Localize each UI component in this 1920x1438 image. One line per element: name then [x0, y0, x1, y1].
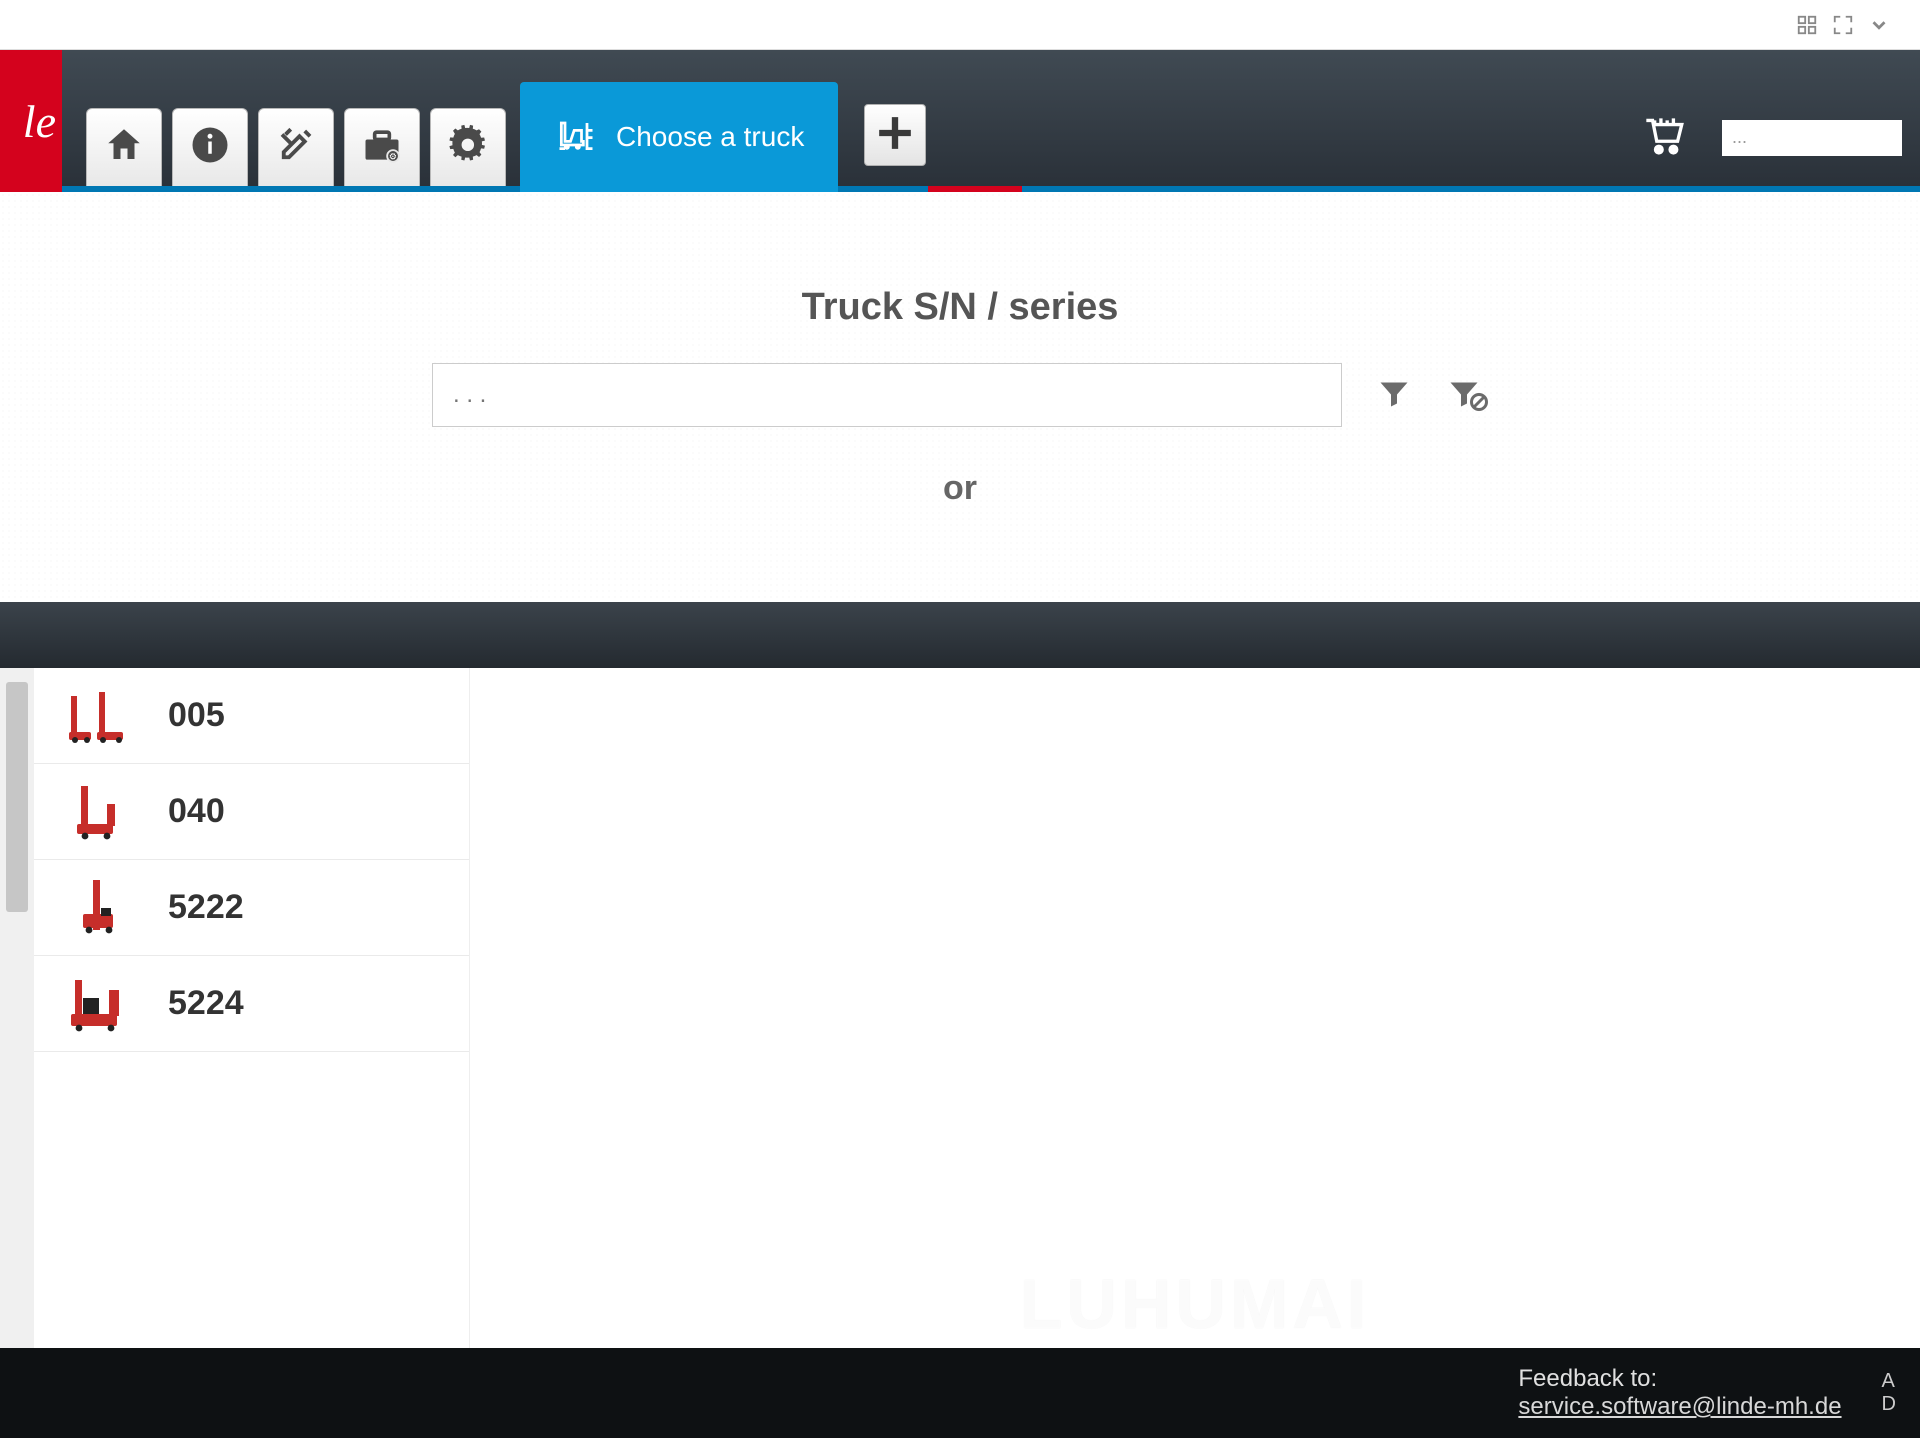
footer-feedback-email-link[interactable]: service.software@linde-mh.de — [1518, 1393, 1841, 1420]
footer-right-a: A — [1882, 1370, 1896, 1393]
plus-icon — [876, 114, 914, 157]
truck-search-panel: Truck S/N / series or — [0, 192, 1920, 602]
nav-info-button[interactable] — [172, 108, 248, 186]
nav-home-button[interactable] — [86, 108, 162, 186]
list-item-label: 5222 — [168, 888, 244, 927]
footer-right-d: D — [1882, 1393, 1896, 1416]
list-item-label: 005 — [168, 696, 225, 735]
nav-tools-button[interactable] — [258, 108, 334, 186]
forklift-thumbnail-icon — [62, 686, 134, 746]
header-search-placeholder: ... — [1732, 127, 1747, 148]
list-item-label: 040 — [168, 792, 225, 831]
forklift-thumbnail-icon — [62, 974, 134, 1034]
tools-icon — [275, 124, 317, 171]
list-item[interactable]: 005 — [34, 668, 469, 764]
info-icon — [189, 124, 231, 171]
add-tab-button[interactable] — [864, 104, 926, 166]
cart-icon[interactable] — [1638, 110, 1688, 165]
footer-right-edge: A D — [1882, 1370, 1896, 1416]
chevron-down-icon[interactable] — [1868, 14, 1890, 36]
footer-feedback: Feedback to: service.software@linde-mh.d… — [1518, 1365, 1841, 1421]
nav-icon-group: ⚙ — [62, 50, 506, 186]
active-tab-underline — [928, 186, 1022, 192]
grid-icon[interactable] — [1796, 14, 1818, 36]
clear-filter-icon[interactable] — [1446, 375, 1488, 416]
forklift-icon — [554, 112, 598, 163]
list-item-label: 5224 — [168, 984, 244, 1023]
truck-series-sidebar: 005 040 5222 5224 — [34, 668, 470, 1348]
search-row — [432, 363, 1488, 427]
scrollbar-vertical[interactable] — [0, 668, 34, 1348]
main-content-area: LUHUMAI — [470, 668, 1920, 1348]
filter-icon[interactable] — [1376, 375, 1412, 416]
section-divider — [0, 602, 1920, 668]
nav-toolbox-button[interactable]: ⚙ — [344, 108, 420, 186]
scrollbar-thumb[interactable] — [6, 682, 28, 912]
tab-choose-truck[interactable]: Choose a truck — [520, 82, 838, 192]
watermark-text: LUHUMAI — [1020, 1264, 1371, 1344]
nav-settings-button[interactable] — [430, 108, 506, 186]
content-area: 005 040 5222 5224 LUHUMAI — [0, 668, 1920, 1348]
list-item[interactable]: 040 — [34, 764, 469, 860]
forklift-thumbnail-icon — [62, 878, 134, 938]
svg-text:⚙: ⚙ — [389, 152, 397, 162]
footer-feedback-label: Feedback to: — [1518, 1365, 1841, 1393]
serial-number-input[interactable] — [432, 363, 1342, 427]
header-search-input[interactable]: ... — [1722, 120, 1902, 156]
browser-toolbar — [0, 0, 1920, 50]
app-header: le ⚙ — [0, 50, 1920, 192]
gear-icon — [446, 123, 490, 172]
list-item[interactable]: 5224 — [34, 956, 469, 1052]
list-item[interactable]: 5222 — [34, 860, 469, 956]
forklift-thumbnail-icon — [62, 782, 134, 842]
expand-icon[interactable] — [1832, 14, 1854, 36]
brand-logo: le — [0, 50, 62, 192]
tab-choose-truck-label: Choose a truck — [616, 121, 804, 153]
home-icon — [103, 124, 145, 171]
header-right-group: ... — [1638, 110, 1902, 165]
toolbox-icon: ⚙ — [360, 123, 404, 172]
search-panel-title: Truck S/N / series — [802, 286, 1119, 329]
brand-logo-text: le — [23, 95, 56, 148]
or-separator: or — [943, 469, 977, 508]
app-footer: Feedback to: service.software@linde-mh.d… — [0, 1348, 1920, 1438]
